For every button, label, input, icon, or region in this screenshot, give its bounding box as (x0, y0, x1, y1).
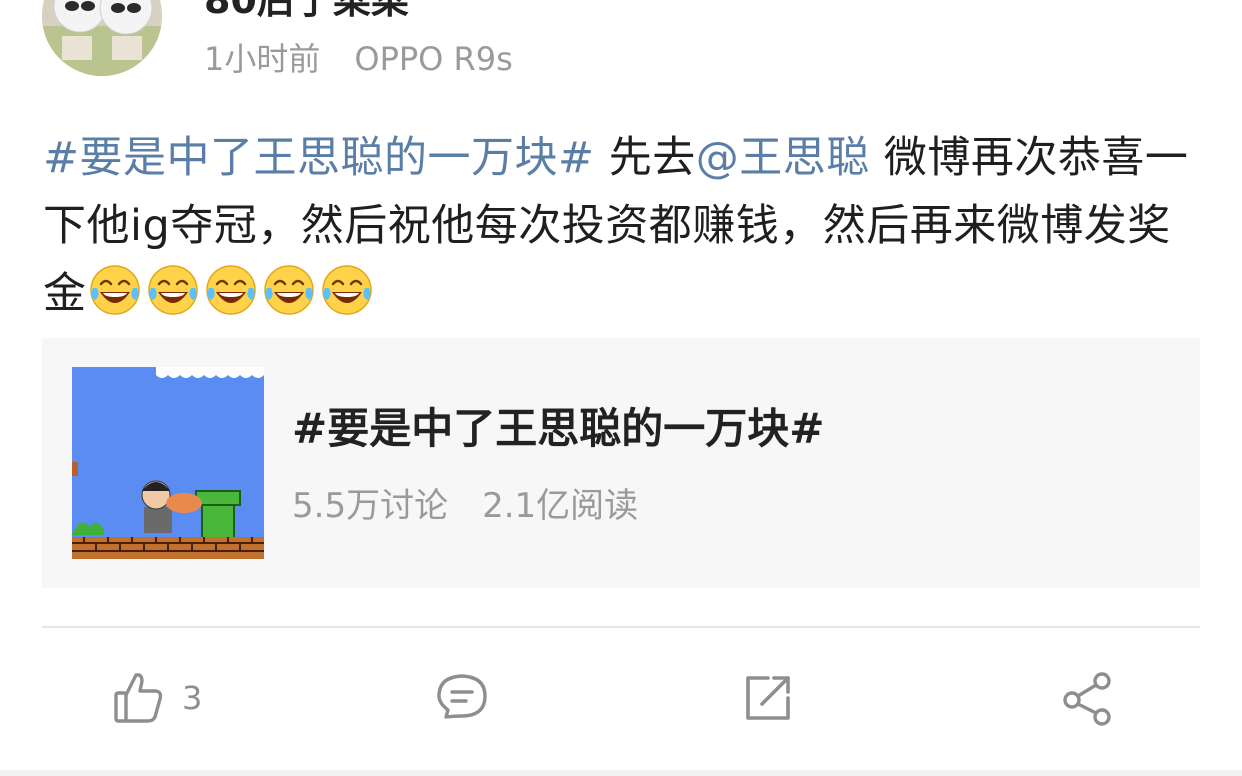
laugh-cry-emoji (319, 262, 375, 318)
topic-title[interactable]: #要是中了王思聪的一万块# (292, 404, 824, 454)
mention-link[interactable]: @王思聪 (696, 133, 870, 183)
weibo-post: 80后了菜菜 1小时前 OPPO R9s #要是中了王思聪的一万块# 先去@王思聪… (0, 0, 1242, 776)
laugh-cry-emoji (261, 262, 317, 318)
laugh-cry-emoji (87, 262, 143, 318)
like-button[interactable]: 3 (112, 668, 202, 728)
comment-icon (434, 670, 490, 726)
topic-discussions: 5.5万讨论 (292, 486, 449, 526)
share-icon (1060, 670, 1116, 726)
post-meta: 1小时前 OPPO R9s (204, 38, 513, 80)
topic-stats: 5.5万讨论 2.1亿阅读 (292, 484, 638, 528)
laugh-cry-emoji (203, 262, 259, 318)
topic-card[interactable]: #要是中了王思聪的一万块# 5.5万讨论 2.1亿阅读 (42, 338, 1200, 588)
post-time: 1小时前 (204, 40, 321, 78)
laugh-cry-emoji (145, 262, 201, 318)
repost-button[interactable] (740, 668, 796, 728)
emoji-row (87, 262, 377, 338)
hashtag-link[interactable]: #要是中了王思聪的一万块# (43, 133, 595, 183)
topic-reads: 2.1亿阅读 (482, 486, 639, 526)
topic-thumbnail (72, 367, 264, 559)
bottom-strip (0, 770, 1242, 776)
comment-button[interactable] (434, 668, 490, 728)
post-text: #要是中了王思聪的一万块# 先去@王思聪 微博再次恭喜一下他ig夺冠，然后祝他每… (43, 124, 1203, 338)
avatar[interactable] (42, 0, 162, 76)
share-button[interactable] (1060, 668, 1116, 728)
post-text-part1: 先去 (594, 133, 696, 183)
repost-icon (740, 670, 796, 726)
post-device: OPPO R9s (354, 40, 513, 78)
like-count: 3 (182, 679, 203, 717)
username[interactable]: 80后了菜菜 (204, 0, 409, 22)
divider (42, 626, 1200, 628)
thumbs-up-icon (112, 671, 164, 725)
